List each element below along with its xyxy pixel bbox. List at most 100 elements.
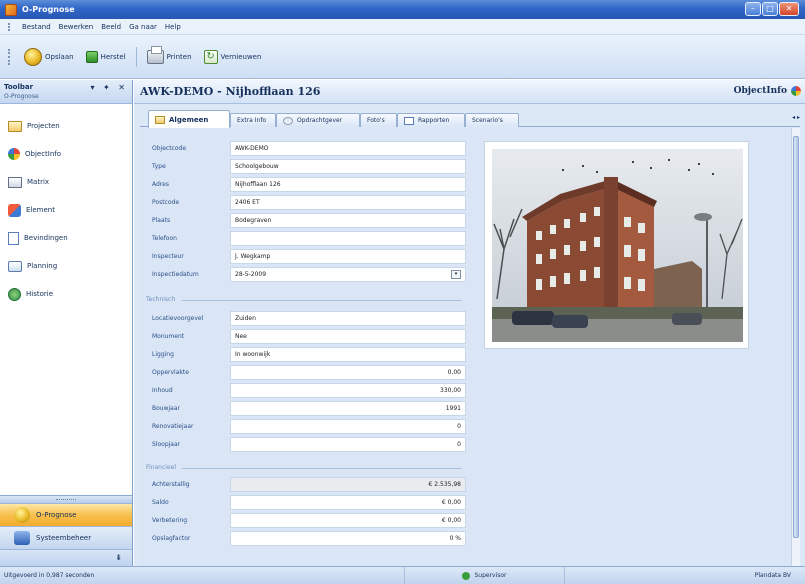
renovatiejaar-input[interactable]: 0: [230, 419, 466, 434]
field-bouwjaar: Bouwjaar 1991: [152, 400, 466, 417]
field-label: Saldo: [152, 499, 169, 506]
verbetering-input[interactable]: € 0,00: [230, 513, 466, 528]
ligging-input[interactable]: In woonwijk: [230, 347, 466, 362]
nav-item-planning[interactable]: Planning: [0, 252, 132, 280]
print-button[interactable]: Printen: [145, 45, 194, 68]
field-postcode: Postcode 2406 ET: [152, 194, 466, 211]
nav-item-label: Projecten: [27, 122, 60, 130]
close-button[interactable]: ✕: [779, 2, 799, 16]
scrollbar-thumb[interactable]: [793, 136, 799, 538]
menu-beeld[interactable]: Beeld: [101, 23, 121, 31]
tab-extra-info[interactable]: Extra Info: [230, 113, 276, 127]
tab-label: Algemeen: [169, 115, 209, 124]
field-label: Bouwjaar: [152, 405, 180, 412]
save-icon: [24, 47, 42, 66]
menu-ga-naar[interactable]: Ga naar: [129, 23, 157, 31]
refresh-button[interactable]: ↻ Vernieuwen: [202, 46, 264, 68]
inspectiedatum-input[interactable]: 28-5-2009 ▾: [230, 267, 466, 282]
field-label: Inspectiedatum: [152, 271, 199, 278]
field-type: Type Schoolgebouw: [152, 158, 466, 175]
history-icon: [8, 287, 21, 301]
object-photo[interactable]: [492, 149, 743, 342]
tab-opdrachtgever[interactable]: Opdrachtgever: [276, 113, 360, 127]
nav-item-label: Element: [26, 206, 55, 214]
field-oppervlakte: Oppervlakte 0,00: [152, 364, 466, 381]
tab-label: Rapporten: [418, 117, 450, 124]
inspecteur-input[interactable]: J. Wegkamp: [230, 249, 466, 264]
calendar-icon[interactable]: ▾: [451, 270, 461, 279]
oppervlakte-input[interactable]: 0,00: [230, 365, 466, 380]
menu-bestand[interactable]: Bestand: [22, 23, 51, 31]
main-header: AWK-DEMO - Nijhofflaan 126 ObjectInfo: [134, 80, 805, 104]
menu-help[interactable]: Help: [165, 23, 181, 31]
maximize-button[interactable]: □: [762, 2, 778, 16]
field-label: Postcode: [152, 199, 180, 206]
adres-input[interactable]: Nijhofflaan 126: [230, 177, 466, 192]
nav-item-label: Matrix: [27, 178, 50, 186]
menu-grip-icon[interactable]: [8, 23, 12, 31]
sloopjaar-input[interactable]: 0: [230, 437, 466, 452]
tab-rapporten[interactable]: Rapporten: [397, 113, 465, 127]
menu-bewerken[interactable]: Bewerken: [59, 23, 94, 31]
configure-buttons-icon[interactable]: ⇟: [115, 553, 122, 562]
field-label: Type: [152, 163, 166, 170]
person-icon: [283, 116, 293, 125]
toolbar: Opslaan Herstel Printen ↻ Vernieuwen: [0, 35, 805, 79]
page-title: AWK-DEMO - Nijhofflaan 126: [140, 85, 321, 98]
opslagfactor-input[interactable]: 0 %: [230, 531, 466, 546]
field-monument: Monument Nee: [152, 328, 466, 345]
objectcode-input[interactable]: AWK-DEMO: [230, 141, 466, 156]
field-inspectiedatum: Inspectiedatum 28-5-2009 ▾: [152, 266, 466, 283]
inhoud-input[interactable]: 330,00: [230, 383, 466, 398]
nav-item-historie[interactable]: Historie: [0, 280, 132, 308]
nav-item-bevindingen[interactable]: Bevindingen: [0, 224, 132, 252]
big-nav-label: O-Prognose: [36, 511, 77, 519]
refresh-icon: ↻: [203, 49, 218, 64]
nav-item-element[interactable]: Element: [0, 196, 132, 224]
pane-splitter[interactable]: [0, 495, 132, 503]
pane-controls[interactable]: ▾ ✦ ✕: [90, 83, 128, 92]
systeembeheer-icon: [14, 531, 30, 545]
field-label: Locatievoorgevel: [152, 315, 204, 322]
navigation-pane-bottom: O-Prognose Systeembeheer ⇟: [0, 495, 132, 566]
saldo-input[interactable]: € 0,00: [230, 495, 466, 510]
status-company: Plandata BV: [754, 572, 791, 579]
toolbar-grip-icon[interactable]: [8, 49, 12, 65]
save-button[interactable]: Opslaan: [22, 46, 76, 68]
tab-label: Foto's: [367, 117, 385, 124]
monument-input[interactable]: Nee: [230, 329, 466, 344]
nav-item-matrix[interactable]: Matrix: [0, 168, 132, 196]
tab-scenarios[interactable]: Scenario's: [465, 113, 519, 127]
menu-bar: Bestand Bewerken Beeld Ga naar Help: [0, 19, 805, 35]
nav-item-objectinfo[interactable]: ObjectInfo: [0, 140, 132, 168]
minimize-button[interactable]: –: [745, 2, 761, 16]
tab-scroll-arrows[interactable]: ◂ ▸: [792, 114, 800, 121]
field-label: Ligging: [152, 351, 174, 358]
field-label: Inspecteur: [152, 253, 184, 260]
big-nav-o-prognose[interactable]: O-Prognose: [0, 503, 132, 526]
field-label: Verbetering: [152, 517, 188, 524]
pane-footer: ⇟: [0, 549, 132, 566]
field-renovatiejaar: Renovatiejaar 0: [152, 418, 466, 435]
printer-icon: [146, 45, 164, 64]
type-input[interactable]: Schoolgebouw: [230, 159, 466, 174]
nav-item-projecten[interactable]: Projecten: [0, 112, 132, 140]
folder-icon: [155, 115, 165, 124]
field-telefoon: Telefoon: [152, 230, 466, 247]
print-label: Printen: [166, 52, 192, 61]
folder-icon: [8, 120, 22, 132]
big-nav-systeembeheer[interactable]: Systeembeheer: [0, 526, 132, 549]
telefoon-input[interactable]: [230, 231, 466, 246]
field-ligging: Ligging In woonwijk: [152, 346, 466, 363]
locatievoorgevel-input[interactable]: Zuiden: [230, 311, 466, 326]
achterstallig-value: € 2.535,98: [230, 477, 466, 492]
content-scrollbar[interactable]: [791, 128, 800, 566]
plaats-input[interactable]: Bodegraven: [230, 213, 466, 228]
field-plaats: Plaats Bodegraven: [152, 212, 466, 229]
restore-button[interactable]: Herstel: [84, 46, 128, 68]
object-photo-frame: [484, 141, 749, 349]
postcode-input[interactable]: 2406 ET: [230, 195, 466, 210]
bouwjaar-input[interactable]: 1991: [230, 401, 466, 416]
tab-fotos[interactable]: Foto's: [360, 113, 397, 127]
tab-algemeen[interactable]: Algemeen: [148, 110, 230, 128]
